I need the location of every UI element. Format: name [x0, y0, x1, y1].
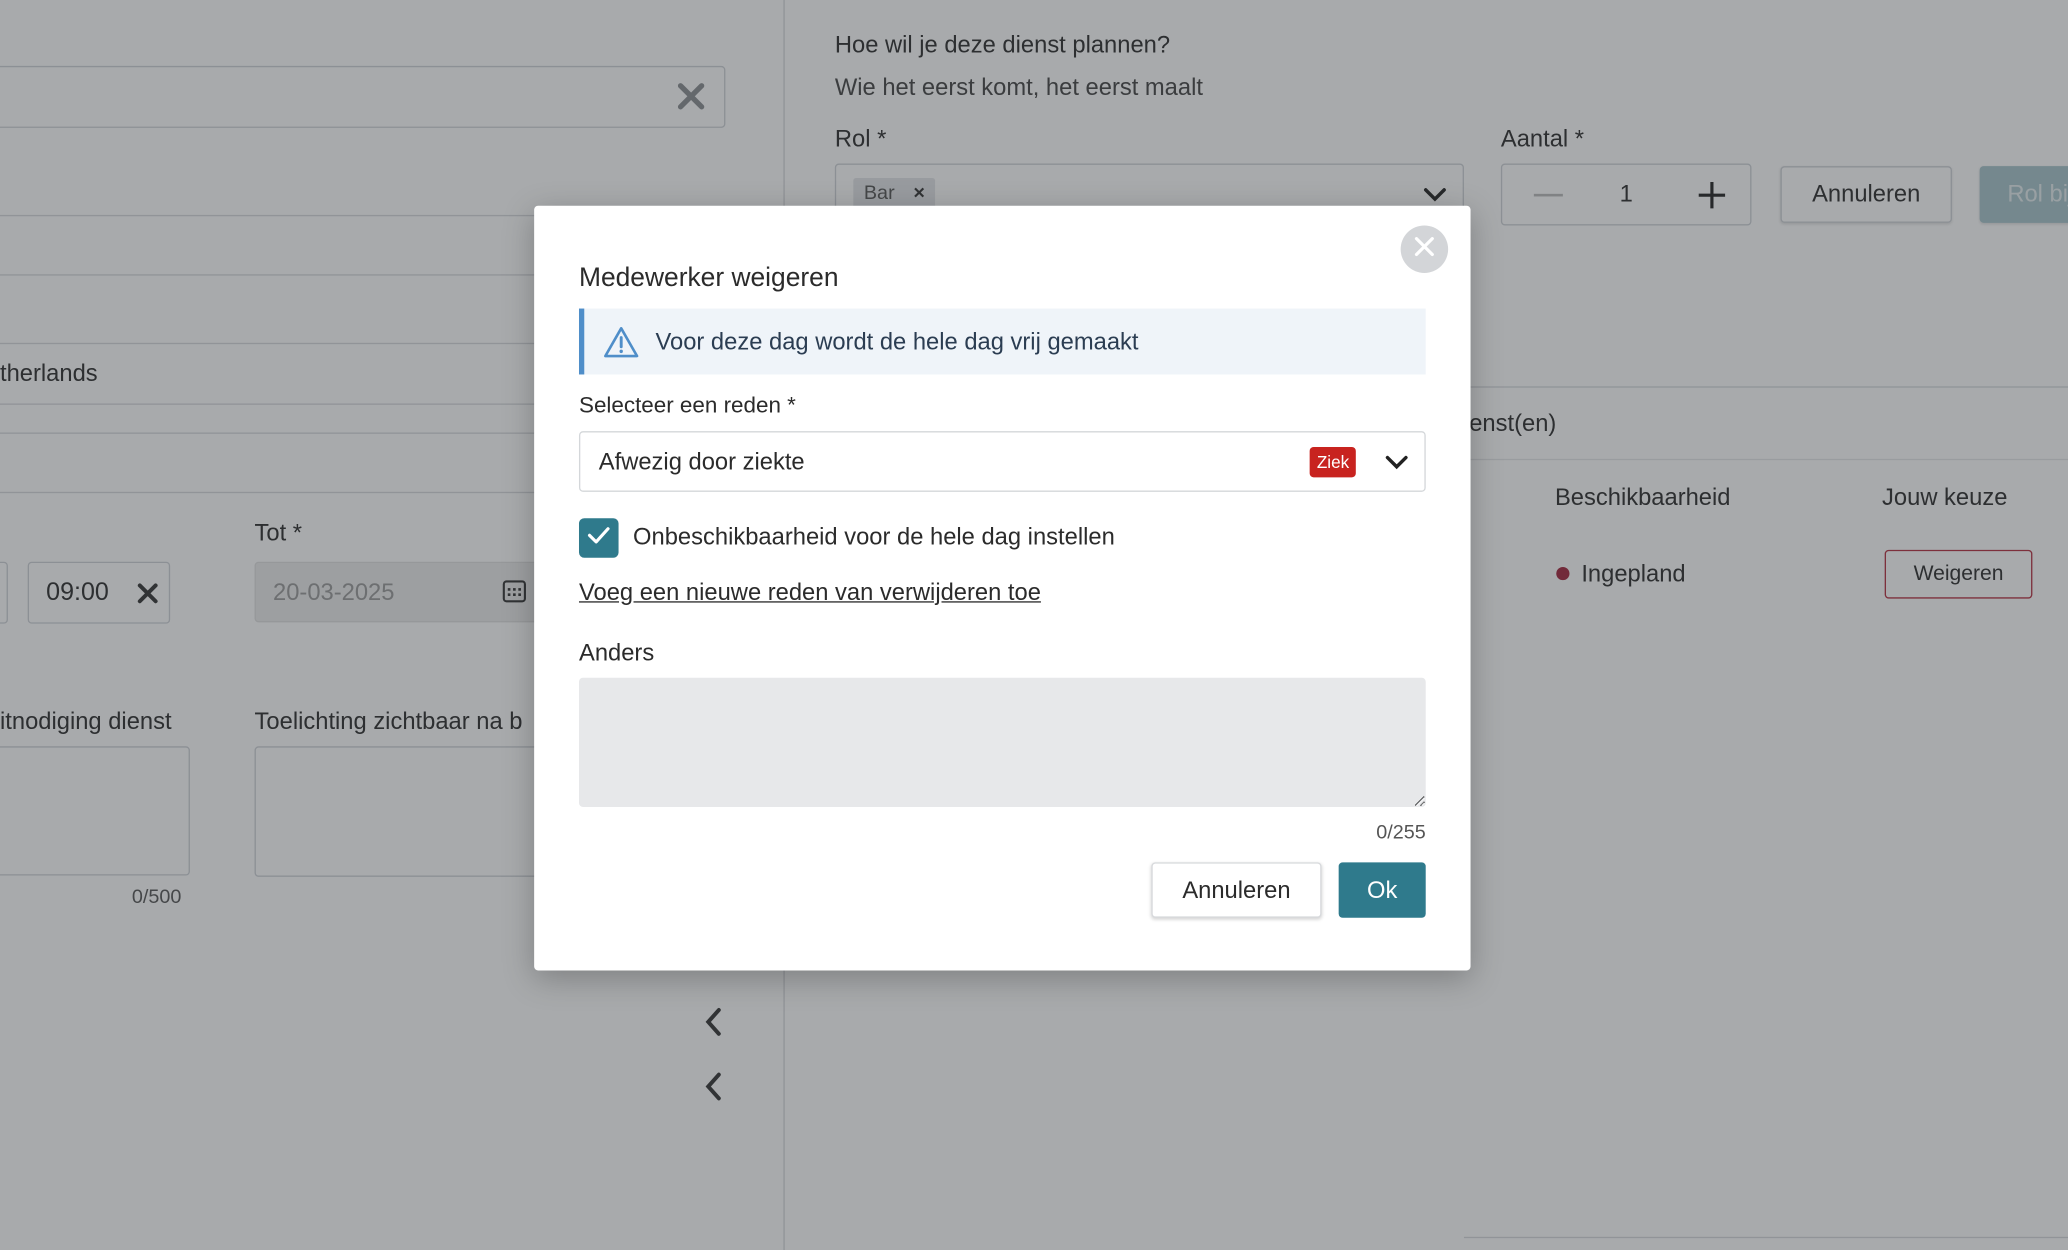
- close-button[interactable]: [1400, 225, 1449, 273]
- reason-select-label: Selecteer een reden *: [578, 392, 796, 418]
- unavailable-full-day-checkbox[interactable]: [578, 518, 619, 558]
- ok-button[interactable]: Ok: [1338, 862, 1426, 918]
- cancel-button[interactable]: Annuleren: [1151, 862, 1322, 918]
- checkbox-label[interactable]: Onbeschikbaarheid voor de hele dag inste…: [633, 523, 1115, 551]
- reject-employee-modal: Medewerker weigeren Voor deze dag wordt …: [534, 205, 1471, 971]
- char-counter: 0/255: [1376, 821, 1426, 844]
- alert-text: Voor deze dag wordt de hele dag vrij gem…: [655, 327, 1139, 355]
- reason-badge: Ziek: [1310, 446, 1356, 477]
- reason-select-value: Afwezig door ziekte: [598, 447, 805, 475]
- anders-textarea[interactable]: [578, 677, 1426, 807]
- close-icon: [1414, 235, 1435, 263]
- warning-triangle-icon: [603, 325, 640, 358]
- chevron-down-icon: [1385, 454, 1409, 470]
- modal-title: Medewerker weigeren: [578, 263, 839, 293]
- anders-label: Anders: [578, 639, 655, 666]
- reason-select[interactable]: Afwezig door ziekte Ziek: [578, 431, 1426, 492]
- checkmark-icon: [586, 524, 612, 552]
- add-reason-link[interactable]: Voeg een nieuwe reden van verwijderen to…: [579, 579, 1041, 607]
- info-alert: Voor deze dag wordt de hele dag vrij gem…: [578, 308, 1426, 375]
